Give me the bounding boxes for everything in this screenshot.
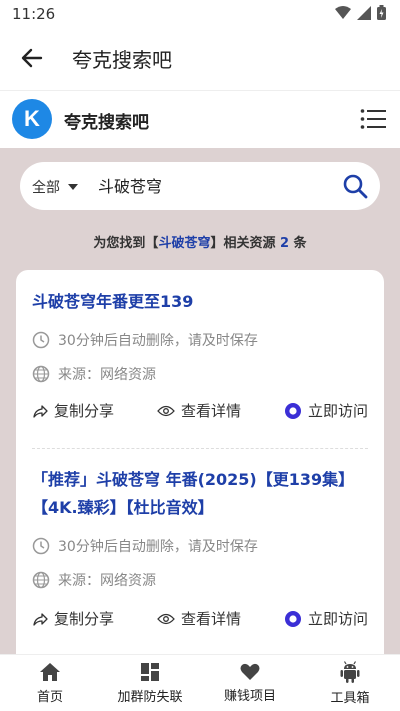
app-bar: 夸克搜索吧 — [0, 28, 400, 88]
site-name: 夸克搜索吧 — [64, 113, 149, 133]
result-item: 「推荐」斗破苍穹 年番(2025)【更139集】【4K.臻彩】【杜比音效】 30… — [32, 466, 368, 654]
visit-now-button[interactable]: 立即访问 — [284, 608, 368, 629]
wifi-icon — [335, 5, 351, 19]
nav-home-label: 首页 — [36, 689, 63, 705]
result-actions: 复制分享 查看详情 立即访问 — [32, 608, 368, 629]
status-icons — [335, 5, 386, 20]
result-source: 来源：网络资源 — [32, 570, 156, 590]
visit-now-button[interactable]: 立即访问 — [284, 400, 368, 421]
caret-down-icon — [68, 184, 78, 190]
result-notice: 30分钟后自动删除，请及时保存 — [32, 330, 258, 350]
search-box: 全部 — [20, 162, 380, 210]
summary-keyword: 斗破苍穹 — [158, 236, 211, 251]
notice-text: 30分钟后自动删除，请及时保存 — [58, 539, 258, 555]
share-icon — [33, 404, 48, 418]
search-scope-label: 全部 — [32, 180, 60, 196]
nav-join-group-label: 加群防失联 — [117, 689, 183, 705]
heart-icon — [240, 663, 260, 680]
search-input[interactable] — [98, 175, 318, 194]
result-item: 斗破苍穹年番更至139 30分钟后自动删除，请及时保存 来源：网络资源 复制分享… — [32, 288, 368, 428]
list-menu-icon[interactable] — [360, 107, 386, 131]
battery-icon — [377, 5, 386, 20]
signal-icon — [357, 5, 371, 20]
view-details-button[interactable]: 查看详情 — [157, 400, 241, 421]
app-title: 夸克搜索吧 — [72, 48, 172, 72]
nav-make-money-label: 赚钱项目 — [223, 688, 276, 704]
summary-prefix: 为您找到【 — [93, 236, 159, 251]
back-button[interactable] — [18, 44, 46, 72]
clock-icon — [32, 537, 50, 555]
summary-count: 2 — [279, 236, 290, 251]
share-icon — [33, 612, 48, 626]
copy-share-label: 复制分享 — [54, 610, 115, 628]
results-card: 斗破苍穹年番更至139 30分钟后自动删除，请及时保存 来源：网络资源 复制分享… — [16, 270, 384, 654]
globe-icon — [32, 365, 50, 383]
site-logo[interactable]: K — [12, 99, 52, 139]
android-icon — [340, 660, 360, 683]
notice-text: 30分钟后自动删除，请及时保存 — [58, 333, 258, 349]
home-icon — [40, 662, 60, 681]
summary-middle: 】相关资源 — [210, 236, 280, 251]
site-header: K 夸克搜索吧 — [0, 90, 400, 148]
summary-suffix: 条 — [289, 236, 307, 251]
result-title[interactable]: 斗破苍穹年番更至139 — [32, 288, 368, 316]
arrow-left-icon — [21, 48, 43, 68]
record-icon — [284, 610, 301, 627]
copy-share-button[interactable]: 复制分享 — [32, 400, 114, 421]
nav-toolbox[interactable]: 工具箱 — [300, 655, 400, 711]
source-text: 来源：网络资源 — [58, 573, 156, 589]
eye-icon — [157, 405, 175, 416]
clock-icon — [32, 331, 50, 349]
status-bar: 11:26 — [0, 0, 400, 28]
grid-icon — [141, 662, 159, 681]
view-details-button[interactable]: 查看详情 — [157, 608, 241, 629]
search-scope-select[interactable]: 全部 — [32, 177, 78, 197]
logo-letter: K — [24, 106, 40, 131]
nav-home[interactable]: 首页 — [0, 655, 100, 711]
status-time: 11:26 — [12, 5, 56, 23]
bottom-nav: 首页 加群防失联 赚钱项目 工具箱 — [0, 654, 400, 711]
result-source: 来源：网络资源 — [32, 364, 156, 384]
nav-join-group[interactable]: 加群防失联 — [100, 655, 200, 711]
nav-toolbox-label: 工具箱 — [330, 690, 370, 706]
main-content: 全部 为您找到【斗破苍穹】相关资源 2 条 斗破苍穹年番更至139 30分钟后自… — [0, 148, 400, 654]
result-title[interactable]: 「推荐」斗破苍穹 年番(2025)【更139集】【4K.臻彩】【杜比音效】 — [32, 466, 368, 522]
view-details-label: 查看详情 — [180, 610, 241, 628]
record-icon — [284, 402, 301, 419]
globe-icon — [32, 571, 50, 589]
nav-make-money[interactable]: 赚钱项目 — [200, 655, 300, 711]
visit-now-label: 立即访问 — [307, 610, 368, 628]
result-divider — [32, 448, 368, 449]
view-details-label: 查看详情 — [180, 402, 241, 420]
result-notice: 30分钟后自动删除，请及时保存 — [32, 536, 258, 556]
source-text: 来源：网络资源 — [58, 367, 156, 383]
result-actions: 复制分享 查看详情 立即访问 — [32, 400, 368, 421]
copy-share-button[interactable]: 复制分享 — [32, 608, 114, 629]
result-summary: 为您找到【斗破苍穹】相关资源 2 条 — [0, 232, 400, 251]
search-icon[interactable] — [342, 173, 368, 199]
eye-icon — [157, 613, 175, 624]
visit-now-label: 立即访问 — [307, 402, 368, 420]
copy-share-label: 复制分享 — [54, 402, 115, 420]
